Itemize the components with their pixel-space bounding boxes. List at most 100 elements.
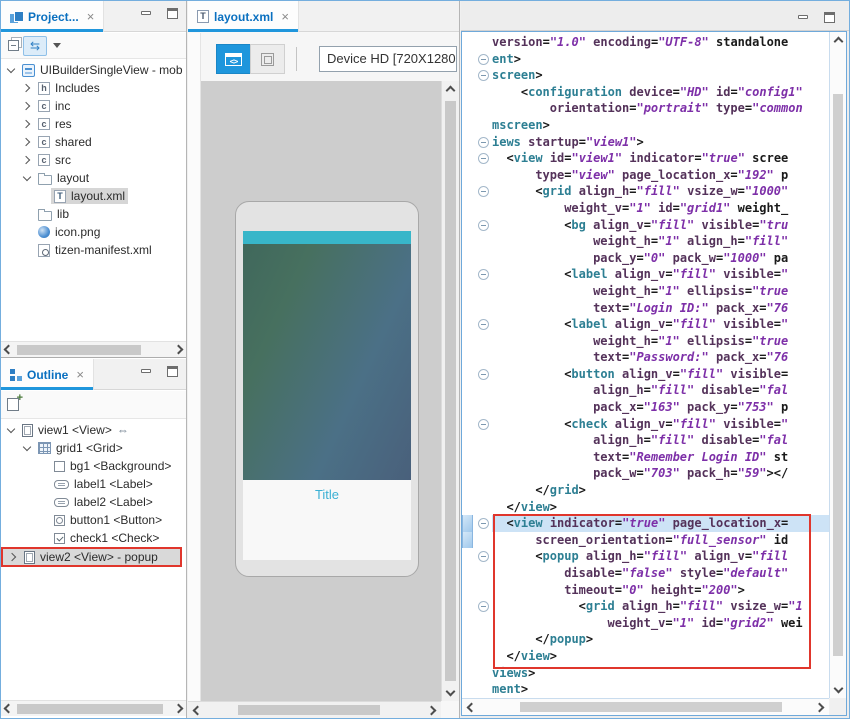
code-line[interactable]: </view> [462,499,829,516]
tree-item-inc[interactable]: inc [1,97,186,115]
tree-item-shared[interactable]: shared [1,133,186,151]
code-line[interactable]: timeout="0" height="200"> [462,582,829,599]
scroll-down-icon[interactable] [446,687,456,697]
tab-outline[interactable]: Outline × [1,359,94,390]
fold-collapse-icon[interactable] [478,153,489,164]
tree-item-bg1[interactable]: bg1 <Background> [1,457,186,475]
code-line[interactable]: <popup align_h="fill" align_v="fill [462,548,829,565]
code-line[interactable]: weight_v="1" id="grid1" weight_ [462,200,829,217]
device-preview[interactable]: Title [235,201,419,577]
code-line[interactable]: disable="false" style="default" [462,565,829,582]
code-line[interactable]: iews startup="view1"> [462,134,829,151]
scrollbar-thumb[interactable] [520,702,782,712]
fold-collapse-icon[interactable] [478,319,489,330]
fold-collapse-icon[interactable] [478,419,489,430]
code-line[interactable]: version="1.0" encoding="UTF-8" standalon… [462,34,829,51]
tree-item-label1[interactable]: label1 <Label> [1,475,186,493]
tree-item-view1[interactable]: view1 <View>⇔ [1,421,186,439]
fold-collapse-icon[interactable] [478,137,489,148]
tree-item-tizen-manifest.xml[interactable]: tizen-manifest.xml [1,241,186,259]
code-line[interactable]: <check align_v="fill" visible=" [462,416,829,433]
expander-closed-icon[interactable] [21,117,35,131]
scroll-right-icon[interactable] [174,345,184,355]
code-line[interactable]: <label align_v="fill" visible=" [462,316,829,333]
close-icon[interactable]: × [76,368,84,381]
xml-source-editor[interactable]: version="1.0" encoding="UTF-8" standalon… [461,31,847,716]
scroll-left-icon[interactable] [467,703,477,713]
scrollbar-thumb[interactable] [445,101,456,681]
scrollbar-thumb[interactable] [17,704,163,714]
fold-collapse-icon[interactable] [478,186,489,197]
tree-item-cell[interactable]: label1 <Label> [51,476,156,492]
code-line[interactable]: screen> [462,67,829,84]
code-line[interactable]: align_h="fill" disable="fal [462,432,829,449]
code-line[interactable]: pack_x="163" pack_y="753" p [462,399,829,416]
code-line[interactable]: <view indicator="true" page_location_x= [462,515,829,532]
code-line[interactable]: weight_h="1" ellipsis="true [462,283,829,300]
code-line[interactable]: <grid align_h="fill" vsize_w="1000" [462,183,829,200]
toolbar-menu-caret-icon[interactable] [53,43,61,48]
scroll-left-icon[interactable] [193,706,203,716]
code-horizontal-scrollbar[interactable] [462,698,829,715]
code-line[interactable]: text="Remember Login ID" st [462,449,829,466]
tree-item-cell[interactable]: UIBuilderSingleView - mob [19,62,186,78]
tree-item-src[interactable]: src [1,151,186,169]
fold-collapse-icon[interactable] [478,601,489,612]
tree-item-cell[interactable]: lib [35,206,72,222]
tree-item-cell[interactable]: res [35,116,75,132]
tree-item-cell[interactable]: button1 <Button> [51,512,165,528]
tab-layout-xml[interactable]: layout.xml × [188,1,299,32]
code-line[interactable]: <label align_v="fill" visible=" [462,266,829,283]
scroll-up-icon[interactable] [834,37,844,47]
code-line[interactable]: text="Password:" pack_x="76 [462,349,829,366]
design-canvas[interactable]: Title [201,81,441,701]
tree-item-cell[interactable]: Includes [35,80,103,96]
code-vertical-scrollbar[interactable] [829,32,846,698]
code-line[interactable]: ent> [462,51,829,68]
tree-item-cell[interactable]: layout.xml [51,188,128,204]
expander-closed-icon[interactable] [21,99,35,113]
tree-item-cell[interactable]: tizen-manifest.xml [35,242,155,258]
close-icon[interactable]: × [281,10,289,23]
code-line[interactable]: <button align_v="fill" visible= [462,366,829,383]
tree-item-cell[interactable]: icon.png [35,224,103,240]
tab-project-explorer[interactable]: Project... × [1,1,104,32]
code-line[interactable]: weight_v="1" id="grid2" wei [462,615,829,632]
maximize-button[interactable] [819,9,839,25]
code-line[interactable]: text="Login ID:" pack_x="76 [462,300,829,317]
minimize-button[interactable] [136,5,156,21]
device-selector[interactable]: Device HD [720X1280: I [319,46,457,72]
tree-item-cell[interactable]: view2 <View> - popup [21,549,161,565]
scroll-down-icon[interactable] [834,684,844,694]
close-icon[interactable]: × [87,10,95,23]
canvas-vertical-scrollbar[interactable] [441,81,459,701]
expander-open-icon[interactable] [5,63,19,77]
code-lines[interactable]: version="1.0" encoding="UTF-8" standalon… [462,32,829,698]
link-with-editor-button[interactable]: ⇆ [23,36,47,56]
project-horizontal-scrollbar[interactable] [1,341,186,357]
scroll-right-icon[interactable] [427,706,437,716]
expander-open-icon[interactable] [21,441,35,455]
tree-item-view2[interactable]: view2 <View> - popup [1,547,182,567]
scrollbar-thumb[interactable] [17,345,141,355]
code-line[interactable]: screen_orientation="full_sensor" id [462,532,829,549]
tree-item-check1[interactable]: check1 <Check> [1,529,186,547]
expander-open-icon[interactable] [5,423,19,437]
code-line[interactable]: </popup> [462,631,829,648]
tree-item-cell[interactable]: layout [35,170,92,186]
code-line[interactable]: views> [462,665,829,682]
scroll-right-icon[interactable] [815,703,825,713]
scrollbar-thumb[interactable] [833,94,843,656]
tree-item-cell[interactable]: view1 <View> [19,422,115,438]
tree-item-cell[interactable]: inc [35,98,73,114]
expander-open-icon[interactable] [21,171,35,185]
code-line[interactable]: align_h="fill" disable="fal [462,382,829,399]
code-line[interactable]: pack_w="703" pack_h="59"></ [462,465,829,482]
fold-collapse-icon[interactable] [478,369,489,380]
fold-collapse-icon[interactable] [478,54,489,65]
fold-collapse-icon[interactable] [478,70,489,81]
tree-item-cell[interactable]: shared [35,134,95,150]
tree-item-icon.png[interactable]: icon.png [1,223,186,241]
expander-closed-icon[interactable] [21,135,35,149]
fold-collapse-icon[interactable] [478,220,489,231]
